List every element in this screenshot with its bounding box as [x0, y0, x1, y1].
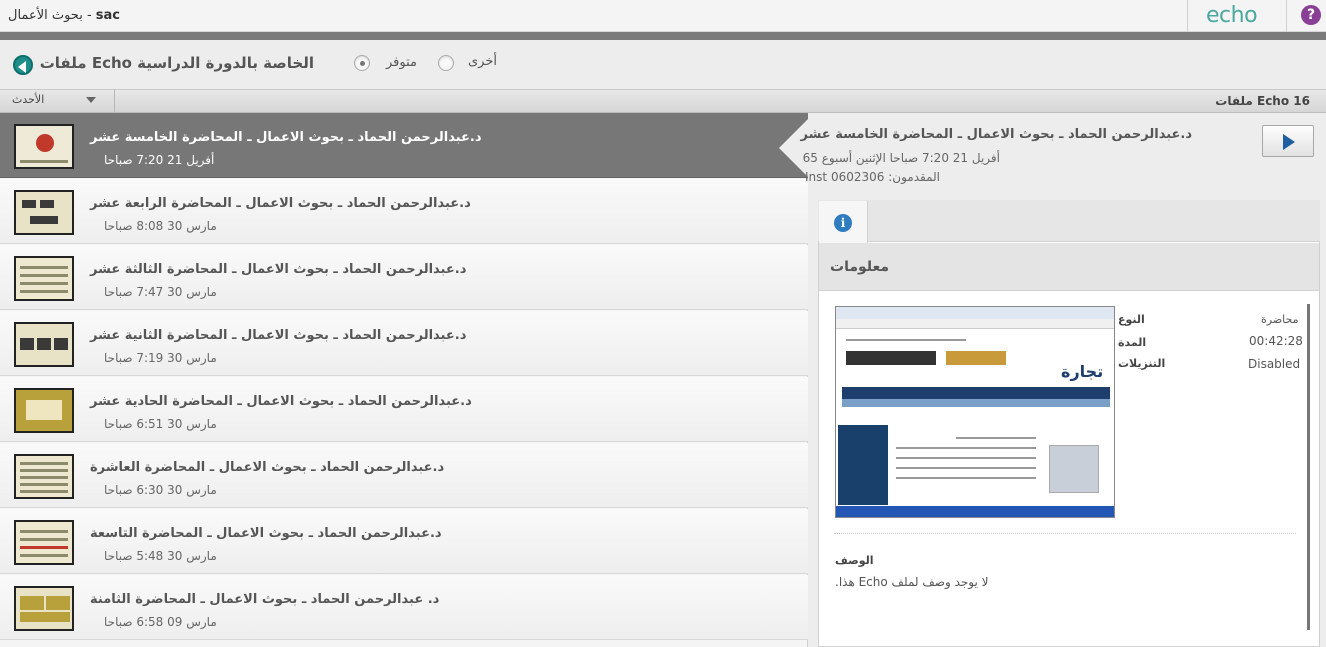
list-item-title: د. عبدالرحمن الحماد ـ بحوث الاعمال ـ الم…	[90, 592, 440, 607]
detail-presenter: المقدمون: 0602306 Inst	[805, 170, 940, 184]
list-item[interactable]: د.عبدالرحمن الحماد ـ بحوث الاعمال ـ المح…	[0, 509, 808, 574]
duration-label: المدة	[1118, 336, 1147, 349]
radio-other[interactable]	[438, 55, 454, 71]
list-item-title: د.عبدالرحمن الحماد ـ بحوث الاعمال ـ المح…	[90, 394, 472, 409]
list-item-title: د.عبدالرحمن الحماد ـ بحوث الاعمال ـ المح…	[90, 196, 471, 211]
duration-value: 00:42:28	[1249, 334, 1303, 348]
list-item[interactable]: د.عبدالرحمن الحماد ـ بحوث الاعمال ـ المح…	[0, 245, 808, 310]
thumbnail	[14, 190, 74, 235]
info-header	[819, 243, 1319, 291]
tab-strip	[818, 200, 1320, 242]
echo-preview-image: تجارة	[835, 306, 1115, 518]
downloads-value: Disabled	[1248, 357, 1301, 371]
window-title: sac - بحوث الأعمال	[8, 8, 120, 23]
detail-date: أفريل 21 7:20 صباحا الإثنين أسبوع 65	[802, 151, 1000, 165]
title-bar	[0, 0, 1326, 32]
list-item[interactable]: د.عبدالرحمن الحماد ـ بحوث الاعمال ـ المح…	[0, 377, 808, 442]
scrollbar[interactable]	[1307, 304, 1310, 630]
echo-count: 16 Echo ملفات	[1215, 94, 1310, 108]
help-icon[interactable]: ?	[1301, 5, 1321, 25]
list-item-date: أفريل 21 7:20 صباحا	[104, 153, 215, 167]
window-title-app: sac	[95, 8, 120, 23]
thumbnail	[14, 520, 74, 565]
thumbnail	[14, 454, 74, 499]
thumbnail	[14, 388, 74, 433]
description-text: لا يوجد وصف لملف Echo هذا.	[835, 575, 989, 589]
radio-available[interactable]	[354, 55, 370, 71]
list-item-title: د.عبدالرحمن الحماد ـ بحوث الاعمال ـ المح…	[90, 526, 442, 541]
thumbnail	[14, 322, 74, 367]
preview-logo: تجارة	[1061, 362, 1104, 381]
thumbnail	[14, 586, 74, 631]
radio-other-label[interactable]: أخرى	[468, 54, 497, 69]
avatar	[1049, 445, 1099, 493]
type-value: محاضرة	[1261, 313, 1299, 326]
divider	[834, 533, 1296, 534]
play-button[interactable]	[1262, 125, 1314, 157]
sort-bar	[0, 89, 1326, 113]
list-item-date: مارس 30 6:51 صباحا	[104, 417, 217, 431]
sort-divider	[114, 89, 115, 113]
list-item[interactable]: د.عبدالرحمن الحماد ـ بحوث الاعمال ـ المح…	[0, 311, 808, 376]
list-item-title: د.عبدالرحمن الحماد ـ بحوث الاعمال ـ المح…	[90, 262, 467, 277]
list-item-title: د.عبدالرحمن الحماد ـ بحوث الاعمال ـ المح…	[90, 130, 482, 145]
logo-area: echo	[1187, 0, 1287, 32]
echo-logo: echo	[1206, 3, 1258, 28]
radio-available-label[interactable]: متوفر	[386, 55, 417, 70]
back-arrow-icon[interactable]	[13, 55, 33, 75]
chevron-down-icon[interactable]	[86, 97, 96, 103]
list-item-date: مارس 30 8:08 صباحا	[104, 219, 217, 233]
header-divider	[0, 32, 1326, 40]
page-title: الخاصة بالدورة الدراسية Echo ملفات	[39, 54, 314, 72]
detail-title: د.عبدالرحمن الحماد ـ بحوث الاعمال ـ المح…	[800, 127, 1192, 142]
list-item[interactable]: د.عبدالرحمن الحماد ـ بحوث الاعمال ـ المح…	[0, 179, 808, 244]
downloads-label: التنزيلات	[1118, 357, 1166, 370]
info-heading: معلومات	[830, 259, 890, 275]
list-item-date: مارس 30 7:19 صباحا	[104, 351, 217, 365]
description-label: الوصف	[835, 554, 874, 567]
list-item[interactable]: د.عبدالرحمن الحماد ـ بحوث الاعمال ـ المح…	[0, 443, 808, 508]
sort-dropdown[interactable]: الأحدث	[12, 93, 44, 106]
list-item-date: مارس 30 7:47 صباحا	[104, 285, 217, 299]
list-item-date: مارس 30 6:30 صباحا	[104, 483, 217, 497]
echo-list: د.عبدالرحمن الحماد ـ بحوث الاعمال ـ المح…	[0, 113, 808, 647]
window-title-course: - بحوث الأعمال	[8, 8, 92, 23]
list-item-date: مارس 30 5:48 صباحا	[104, 549, 217, 563]
type-label: النوع	[1118, 313, 1145, 326]
info-icon[interactable]: i	[834, 214, 852, 232]
list-item-title: د.عبدالرحمن الحماد ـ بحوث الاعمال ـ المح…	[90, 328, 467, 343]
thumbnail	[14, 256, 74, 301]
list-item[interactable]: د.عبدالرحمن الحماد ـ بحوث الاعمال ـ المح…	[0, 113, 808, 178]
thumbnail	[14, 124, 74, 169]
list-item-title: د.عبدالرحمن الحماد ـ بحوث الاعمال ـ المح…	[90, 460, 445, 475]
list-item[interactable]: د. عبدالرحمن الحماد ـ بحوث الاعمال ـ الم…	[0, 575, 808, 640]
list-item-date: مارس 09 6:58 صباحا	[104, 615, 217, 629]
